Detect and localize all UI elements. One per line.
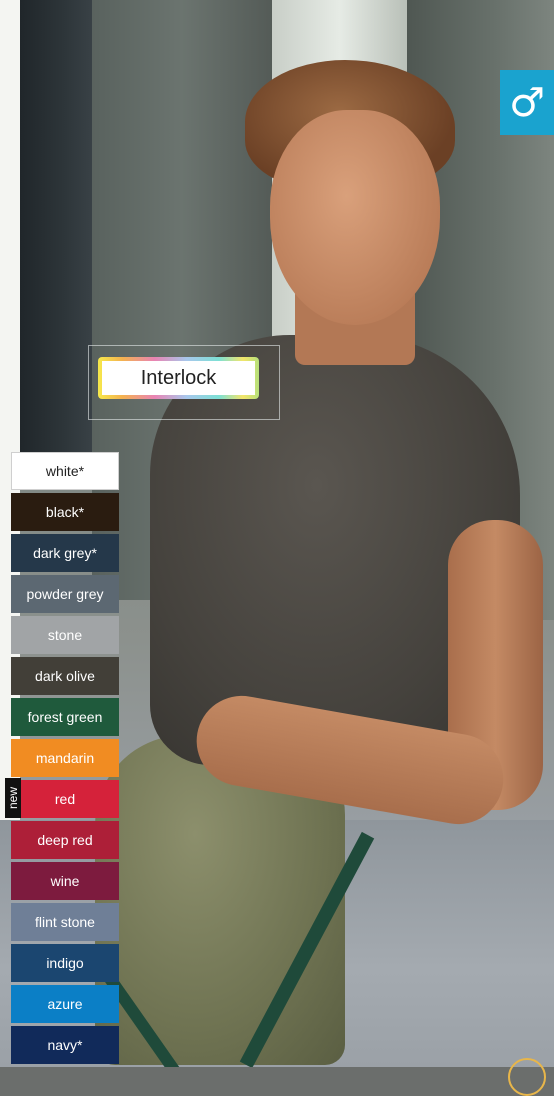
- color-swatch[interactable]: flint stone: [11, 903, 119, 941]
- color-swatch[interactable]: azure: [11, 985, 119, 1023]
- color-swatch[interactable]: wine: [11, 862, 119, 900]
- fabric-label: Interlock: [98, 357, 259, 399]
- color-swatch[interactable]: deep red: [11, 821, 119, 859]
- model-face: [270, 110, 440, 325]
- color-swatch[interactable]: indigo: [11, 944, 119, 982]
- color-swatch[interactable]: stone: [11, 616, 119, 654]
- color-swatch[interactable]: dark grey*: [11, 534, 119, 572]
- color-swatch[interactable]: black*: [11, 493, 119, 531]
- color-swatch[interactable]: navy*: [11, 1026, 119, 1064]
- new-badge: new: [5, 778, 21, 818]
- color-swatch[interactable]: white*: [11, 452, 119, 490]
- background-door: [20, 0, 92, 470]
- male-symbol-icon: ♂: [500, 70, 554, 135]
- color-swatch[interactable]: red: [11, 780, 119, 818]
- color-swatch[interactable]: forest green: [11, 698, 119, 736]
- color-swatch-list: white* black* dark grey* powder grey stone da…: [11, 452, 119, 1067]
- color-swatch[interactable]: dark olive: [11, 657, 119, 695]
- corner-logo-icon: [508, 1058, 546, 1096]
- color-swatch[interactable]: mandarin: [11, 739, 119, 777]
- gender-symbol: ♂: [509, 79, 545, 126]
- color-swatch[interactable]: powder grey: [11, 575, 119, 613]
- new-badge-text: new: [6, 786, 21, 810]
- fabric-label-text: Interlock: [102, 361, 255, 395]
